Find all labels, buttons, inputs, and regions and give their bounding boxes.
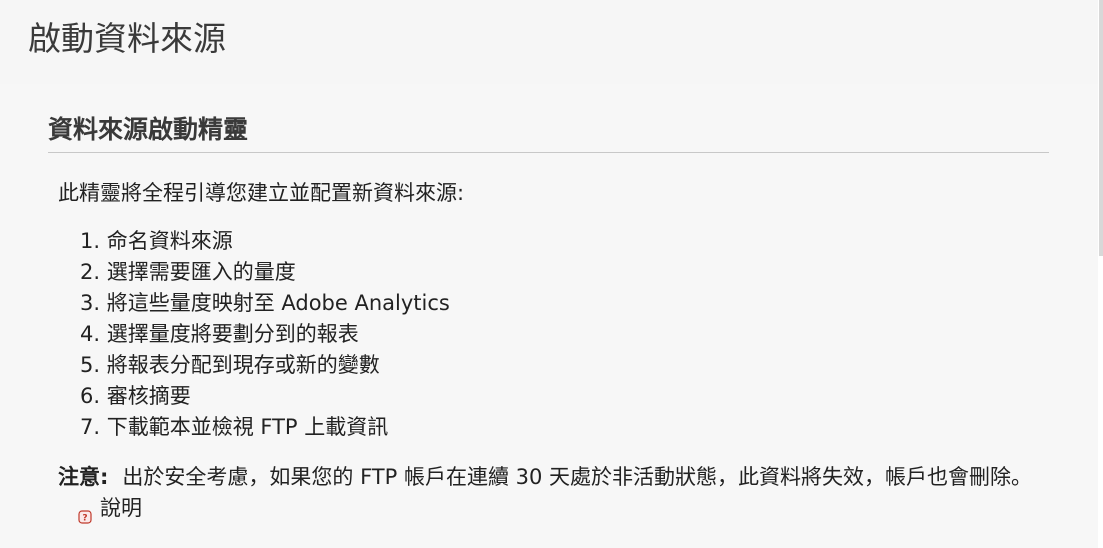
- step-item: 2. 選擇需要匯入的量度: [80, 260, 296, 284]
- help-icon: ?: [78, 502, 92, 524]
- section-divider: [48, 152, 1049, 153]
- step-item: 6. 審核摘要: [80, 384, 191, 408]
- step-item: 4. 選擇量度將要劃分到的報表: [80, 322, 359, 346]
- steps-list: 1. 命名資料來源 2. 選擇需要匯入的量度 3. 將這些量度映射至 Adobe…: [80, 226, 450, 443]
- page: 啟動資料來源 資料來源啟動精靈 此精靈將全程引導您建立並配置新資料來源: 1. …: [0, 0, 1103, 548]
- step-item: 3. 將這些量度映射至 Adobe Analytics: [80, 291, 450, 315]
- note-text: 出於安全考慮，如果您的 FTP 帳戶在連續 30 天處於非活動狀態，此資料將失效…: [122, 465, 1033, 489]
- page-title: 啟動資料來源: [28, 19, 226, 58]
- help-link[interactable]: ? 說明: [78, 493, 142, 524]
- note-label: 注意:: [58, 465, 109, 489]
- step-item: 7. 下載範本並檢視 FTP 上載資訊: [80, 415, 389, 439]
- wizard-panel: 資料來源啟動精靈 此精靈將全程引導您建立並配置新資料來源: 1. 命名資料來源 …: [0, 84, 1098, 548]
- step-item: 1. 命名資料來源: [80, 229, 233, 253]
- help-label: 說明: [100, 496, 142, 520]
- svg-text:?: ?: [82, 513, 87, 523]
- note-paragraph: 注意: 出於安全考慮，如果您的 FTP 帳戶在連續 30 天處於非活動狀態，此資料…: [58, 462, 1043, 533]
- scrollbar-track[interactable]: [1098, 0, 1103, 548]
- step-item: 5. 將報表分配到現存或新的變數: [80, 353, 380, 377]
- wizard-intro: 此精靈將全程引導您建立並配置新資料來源:: [58, 181, 465, 205]
- scrollbar-thumb[interactable]: [1099, 0, 1103, 256]
- wizard-heading: 資料來源啟動精靈: [48, 115, 249, 144]
